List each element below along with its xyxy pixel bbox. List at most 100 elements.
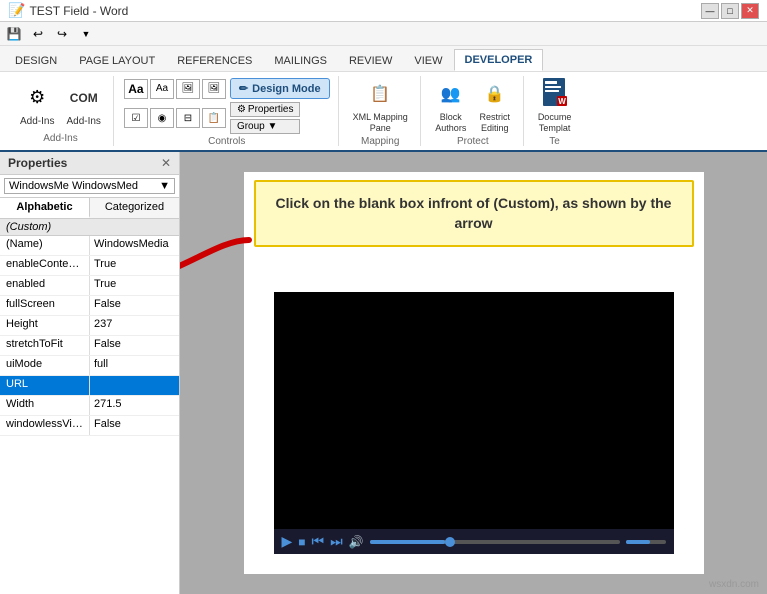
tab-references[interactable]: REFERENCES: [166, 49, 263, 71]
table-row[interactable]: enabledTrue: [0, 276, 179, 296]
app-icon: 📝: [8, 2, 25, 19]
properties-tabs: Alphabetic Categorized: [0, 198, 179, 219]
protect-items: 👥 BlockAuthors 🔒 RestrictEditing: [431, 76, 515, 136]
templates-group-label: Te: [549, 136, 560, 149]
prev-button[interactable]: ⏮: [312, 533, 325, 550]
ctrl-aa-small[interactable]: Aa: [150, 79, 174, 99]
undo-icon[interactable]: ↩: [28, 24, 48, 44]
tab-alphabetic[interactable]: Alphabetic: [0, 198, 90, 218]
properties-button[interactable]: ⚙ Properties: [230, 102, 301, 117]
ctrl-img2[interactable]: 🖼: [202, 79, 226, 99]
design-mode-label: Design Mode: [252, 83, 320, 95]
addins-group-label: Add-Ins: [43, 133, 77, 146]
video-progress-thumb: [445, 537, 455, 547]
window-title: TEST Field - Word: [29, 4, 128, 18]
ctrl-check2[interactable]: ◉: [150, 108, 174, 128]
table-row[interactable]: stretchToFitFalse: [0, 336, 179, 356]
xml-mapping-label: XML MappingPane: [353, 112, 408, 134]
ctrl-icons-top: Aa Aa 🖼 🖼: [124, 79, 226, 99]
ctrl-aa-large[interactable]: Aa: [124, 79, 148, 99]
group-button[interactable]: Group ▼: [230, 119, 301, 134]
ctrl-btn2[interactable]: 📋: [202, 108, 226, 128]
document-template-button[interactable]: W DocumeTemplat: [534, 76, 576, 136]
tab-design[interactable]: DESIGN: [4, 49, 68, 71]
video-area: ▶ ■ ⏮ ⏭ 🔊: [274, 292, 674, 554]
arrow-graphic: [180, 230, 254, 300]
ribbon-group-templates: W DocumeTemplat Te: [526, 76, 584, 146]
controls-row1: Aa Aa 🖼 🖼 ✏ Design Mode: [124, 78, 330, 99]
document-template-label: DocumeTemplat: [538, 112, 572, 134]
play-button[interactable]: ▶: [282, 533, 293, 550]
stop-button[interactable]: ■: [298, 535, 305, 549]
properties-dropdown-row: WindowsMe WindowsMed ▼: [0, 175, 179, 198]
ctrl-icons-bottom: ☑ ◉ ⊟ 📋: [124, 108, 226, 128]
redo-icon[interactable]: ↪: [52, 24, 72, 44]
close-button[interactable]: ✕: [741, 3, 759, 19]
com-icon: COM: [68, 82, 100, 114]
title-bar: 📝 TEST Field - Word — □ ✕: [0, 0, 767, 22]
save-icon[interactable]: 💾: [4, 24, 24, 44]
table-row[interactable]: Height237: [0, 316, 179, 336]
table-row[interactable]: enableContextMTrue: [0, 256, 179, 276]
group-label: Group ▼: [237, 121, 277, 132]
restrict-editing-button[interactable]: 🔒 RestrictEditing: [475, 76, 515, 136]
document-area: Click on the blank box infront of (Custo…: [180, 152, 767, 594]
com-label: Add-Ins: [66, 116, 100, 128]
props-custom-row: (Custom): [0, 219, 179, 236]
xml-mapping-button[interactable]: 📋 XML MappingPane: [349, 76, 412, 136]
restrict-editing-icon: 🔒: [479, 78, 511, 110]
video-progress[interactable]: [370, 540, 620, 544]
table-row[interactable]: fullScreenFalse: [0, 296, 179, 316]
table-row[interactable]: (Name)WindowsMedia: [0, 236, 179, 256]
com-addins-button[interactable]: COM Add-Ins: [62, 80, 104, 130]
tab-view[interactable]: VIEW: [403, 49, 453, 71]
document-template-icon: W: [539, 78, 571, 110]
design-mode-button[interactable]: ✏ Design Mode: [230, 78, 330, 99]
table-row[interactable]: uiModefull: [0, 356, 179, 376]
addins-button[interactable]: ⚙ Add-Ins: [16, 80, 58, 130]
table-row[interactable]: windowlessVideFalse: [0, 416, 179, 436]
table-row[interactable]: Width271.5: [0, 396, 179, 416]
ribbon-content: ⚙ Add-Ins COM Add-Ins Add-Ins Aa Aa 🖼 🖼: [0, 72, 767, 152]
prop-key: Width: [0, 396, 90, 415]
next-button[interactable]: ⏭: [330, 533, 343, 550]
prop-value: full: [90, 356, 179, 375]
prop-value: False: [90, 296, 179, 315]
tab-developer[interactable]: DEVELOPER: [454, 49, 544, 71]
properties-panel: Properties ✕ WindowsMe WindowsMed ▼ Alph…: [0, 152, 180, 594]
restrict-editing-label: RestrictEditing: [480, 112, 511, 134]
prop-key: URL: [0, 376, 90, 395]
ctrl-right-btns: ⚙ Properties Group ▼: [230, 102, 301, 134]
design-mode-icon: ✏: [239, 82, 248, 95]
properties-label: Properties: [248, 104, 294, 115]
ctrl-check1[interactable]: ☑: [124, 108, 148, 128]
ctrl-img[interactable]: 🖼: [176, 79, 200, 99]
title-bar-controls[interactable]: — □ ✕: [701, 3, 759, 19]
customize-icon[interactable]: ▼: [76, 24, 96, 44]
addins-items: ⚙ Add-Ins COM Add-Ins: [16, 76, 105, 133]
tab-categorized[interactable]: Categorized: [90, 198, 179, 218]
block-authors-button[interactable]: 👥 BlockAuthors: [431, 76, 471, 136]
volume-bar[interactable]: [626, 540, 666, 544]
svg-text:W: W: [558, 97, 566, 106]
quick-access-toolbar: 💾 ↩ ↪ ▼: [0, 22, 767, 46]
templates-items: W DocumeTemplat: [534, 76, 576, 136]
tab-mailings[interactable]: MAILINGS: [263, 49, 338, 71]
prop-key: stretchToFit: [0, 336, 90, 355]
ribbon-group-controls: Aa Aa 🖼 🖼 ✏ Design Mode ☑ ◉ ⊟ 📋: [116, 76, 339, 146]
properties-close-button[interactable]: ✕: [161, 156, 171, 170]
volume-button[interactable]: 🔊: [349, 535, 364, 549]
maximize-button[interactable]: □: [721, 3, 739, 19]
prop-value: 271.5: [90, 396, 179, 415]
ctrl-btn1[interactable]: ⊟: [176, 108, 200, 128]
prop-value: True: [90, 276, 179, 295]
prop-key: fullScreen: [0, 296, 90, 315]
ribbon-group-addins: ⚙ Add-Ins COM Add-Ins Add-Ins: [8, 76, 114, 146]
tab-page-layout[interactable]: PAGE LAYOUT: [68, 49, 166, 71]
tab-review[interactable]: REVIEW: [338, 49, 403, 71]
table-row[interactable]: URL: [0, 376, 179, 396]
object-select-value: WindowsMe WindowsMed: [9, 180, 138, 192]
minimize-button[interactable]: —: [701, 3, 719, 19]
object-select[interactable]: WindowsMe WindowsMed ▼: [4, 178, 175, 194]
controls-group-label: Controls: [124, 134, 330, 147]
